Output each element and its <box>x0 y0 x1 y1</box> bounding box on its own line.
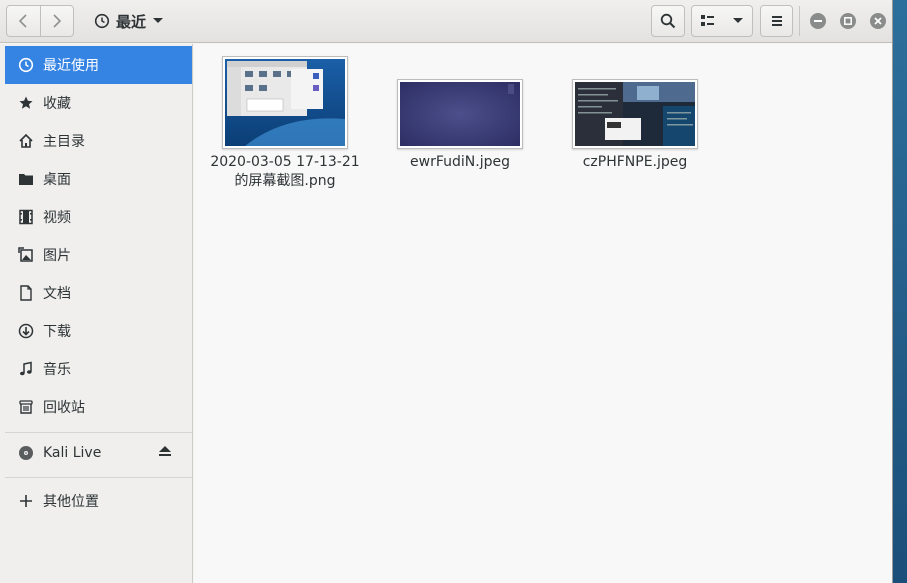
sidebar-item-label: Kali Live <box>43 445 102 461</box>
file-name: czPHFNPE.jpeg <box>582 154 688 170</box>
desktop-wallpaper-edge <box>893 0 907 583</box>
back-button[interactable] <box>7 6 40 36</box>
close-button[interactable] <box>870 13 886 29</box>
eject-button[interactable] <box>158 445 172 461</box>
sidebar-item-label: 收藏 <box>43 96 71 112</box>
file-manager-window: 最近 最近使用 收藏 主目录 桌面 视频 图片 文档 下载 音乐 回收站 Kal… <box>0 0 893 583</box>
sidebar-item-other-locations[interactable]: 其他位置 <box>5 482 192 520</box>
file-view: 2020-03-05 17-13-21 的屏幕截图.png ewrFudiN.j… <box>194 44 892 583</box>
eject-icon <box>159 446 171 456</box>
maximize-icon <box>844 17 852 25</box>
sidebar-item-label: 回收站 <box>43 400 85 416</box>
view-options <box>691 5 753 37</box>
close-icon <box>874 17 882 25</box>
sidebar-item-label: 主目录 <box>43 134 85 150</box>
sidebar: 最近使用 收藏 主目录 桌面 视频 图片 文档 下载 音乐 回收站 Kali L… <box>0 44 193 583</box>
trash-icon <box>18 399 34 415</box>
chevron-left-icon <box>19 14 28 28</box>
search-button[interactable] <box>651 5 685 37</box>
location-button[interactable]: 最近 <box>88 5 170 37</box>
header-separator <box>799 6 800 36</box>
film-icon <box>18 209 34 225</box>
sidebar-item-trash[interactable]: 回收站 <box>5 388 192 426</box>
hamburger-icon <box>771 16 782 26</box>
sidebar-item-label: 文档 <box>43 286 71 302</box>
file-thumbnail <box>222 56 348 149</box>
forward-button[interactable] <box>39 6 73 36</box>
main-menu-button[interactable] <box>760 5 793 37</box>
sidebar-item-music[interactable]: 音乐 <box>5 350 192 388</box>
clock-icon <box>94 13 110 29</box>
sidebar-item-videos[interactable]: 视频 <box>5 198 192 236</box>
sidebar-item-label: 下载 <box>43 324 71 340</box>
download-icon <box>18 323 34 339</box>
sidebar-item-label: 其他位置 <box>43 494 99 510</box>
header-bar: 最近 <box>0 0 892 43</box>
file-name: ewrFudiN.jpeg <box>410 154 510 170</box>
navigation-buttons <box>6 5 74 37</box>
chevron-right-icon <box>53 14 62 28</box>
star-icon <box>18 95 34 111</box>
music-icon <box>18 361 34 377</box>
minimize-button[interactable] <box>810 13 826 29</box>
sidebar-item-recent[interactable]: 最近使用 <box>5 46 192 84</box>
plus-icon <box>18 493 34 509</box>
list-view-button[interactable] <box>692 6 724 36</box>
location-label: 最近 <box>116 12 147 31</box>
sidebar-item-label: 最近使用 <box>43 58 99 74</box>
chevron-down-icon <box>153 18 164 23</box>
picture-icon <box>18 247 34 263</box>
file-thumbnail <box>572 79 698 149</box>
sidebar-separator <box>5 477 192 478</box>
sidebar-item-documents[interactable]: 文档 <box>5 274 192 312</box>
sidebar-item-label: 视频 <box>43 210 71 226</box>
file-thumbnail <box>397 79 523 149</box>
disc-icon <box>18 445 34 461</box>
view-menu-button[interactable] <box>724 6 752 36</box>
chevron-down-icon <box>733 18 743 23</box>
sidebar-item-kali-live[interactable]: Kali Live <box>5 434 192 472</box>
list-view-icon <box>701 15 714 26</box>
file-name: 2020-03-05 17-13-21 的屏幕截图.png <box>210 154 360 189</box>
sidebar-item-label: 图片 <box>43 248 71 264</box>
sidebar-item-label: 桌面 <box>43 172 71 188</box>
sidebar-item-label: 音乐 <box>43 362 71 378</box>
home-icon <box>18 133 34 149</box>
folder-icon <box>18 171 34 187</box>
maximize-button[interactable] <box>840 13 856 29</box>
sidebar-item-downloads[interactable]: 下载 <box>5 312 192 350</box>
sidebar-item-starred[interactable]: 收藏 <box>5 84 192 122</box>
document-icon <box>18 285 34 301</box>
sidebar-item-home[interactable]: 主目录 <box>5 122 192 160</box>
file-item[interactable]: 2020-03-05 17-13-21 的屏幕截图.png <box>205 56 365 191</box>
sidebar-separator <box>5 432 192 433</box>
clock-icon <box>18 57 34 73</box>
file-item[interactable]: czPHFNPE.jpeg <box>555 79 715 172</box>
search-icon <box>660 13 676 29</box>
minimize-icon <box>814 20 822 22</box>
file-item[interactable]: ewrFudiN.jpeg <box>380 79 540 172</box>
sidebar-item-desktop[interactable]: 桌面 <box>5 160 192 198</box>
sidebar-item-pictures[interactable]: 图片 <box>5 236 192 274</box>
